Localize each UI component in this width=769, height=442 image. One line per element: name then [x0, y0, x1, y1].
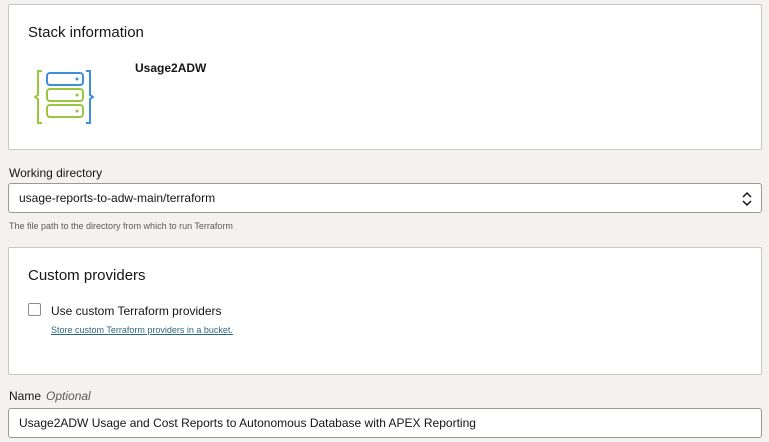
working-directory-help: The file path to the directory from whic… [9, 221, 233, 231]
stack-database-icon [34, 70, 94, 124]
use-custom-providers-label[interactable]: Use custom Terraform providers [51, 304, 222, 318]
working-directory-label: Working directory [9, 166, 103, 180]
working-directory-select[interactable]: usage-reports-to-adw-main/terraform [8, 183, 762, 213]
name-field-label: Name Optional [9, 389, 91, 403]
name-label-text: Name [9, 389, 42, 403]
working-directory-value: usage-reports-to-adw-main/terraform [19, 191, 216, 205]
custom-providers-title: Custom providers [28, 267, 146, 284]
name-input[interactable]: Usage2ADW Usage and Cost Reports to Auto… [8, 408, 762, 438]
stack-information-card: Stack information Usage2ADW [8, 4, 762, 150]
use-custom-providers-checkbox[interactable] [28, 303, 41, 316]
stack-name: Usage2ADW [135, 61, 207, 75]
store-providers-link[interactable]: Store custom Terraform providers in a bu… [51, 325, 233, 335]
chevron-up-down-icon [742, 191, 752, 207]
name-input-value: Usage2ADW Usage and Cost Reports to Auto… [19, 416, 476, 430]
custom-providers-card: Custom providers Use custom Terraform pr… [8, 247, 762, 375]
stack-information-title: Stack information [28, 24, 144, 41]
optional-label: Optional [46, 389, 91, 403]
